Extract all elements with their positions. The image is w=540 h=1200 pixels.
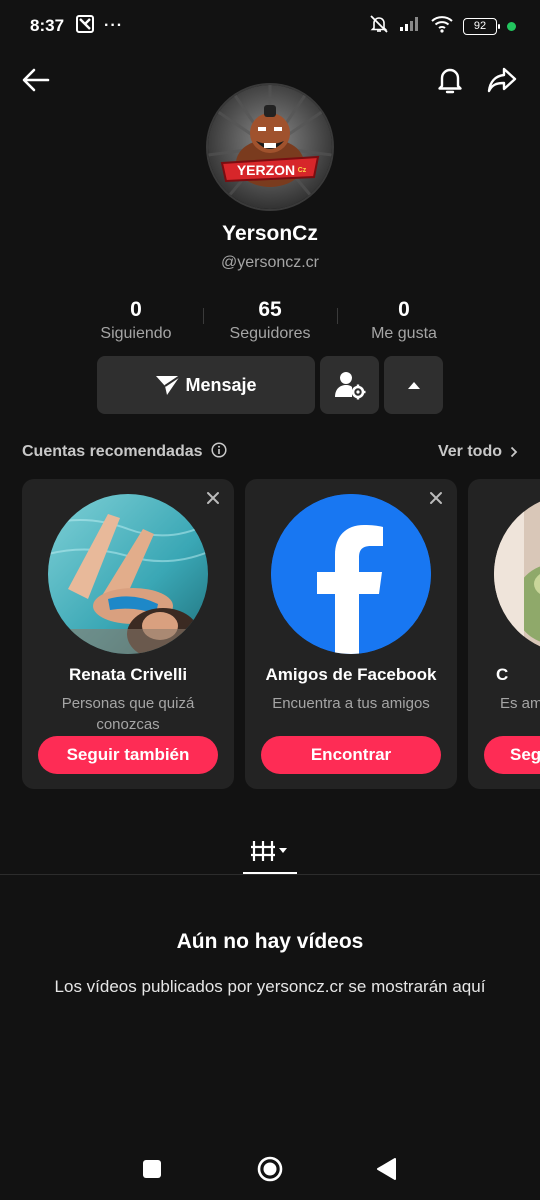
stat-label: Seguidores — [229, 325, 311, 342]
see-all-link[interactable]: Ver todo — [438, 443, 518, 461]
expand-suggestions-button[interactable] — [384, 356, 443, 414]
recommended-user-name: Amigos de Facebook — [265, 665, 437, 684]
app-notification-icon — [76, 14, 95, 38]
mute-icon — [369, 14, 389, 39]
recommendation-card[interactable]: Renata Crivelli Personas que quizá conoz… — [22, 479, 234, 789]
stat-label: Me gusta — [371, 325, 437, 342]
recommended-user-reason: Personas que quizá conozcas — [61, 695, 195, 733]
stat-likes[interactable]: 0 Me gusta — [334, 298, 474, 343]
tab-videos-grid[interactable] — [243, 830, 297, 874]
system-back-button[interactable] — [362, 1145, 410, 1193]
empty-state-title: Aún no hay vídeos — [176, 930, 364, 953]
home-button[interactable] — [246, 1145, 294, 1193]
svg-text:Cz: Cz — [298, 167, 307, 174]
privacy-indicator-dot — [507, 21, 516, 31]
grid-columns-icon — [251, 841, 287, 861]
more-notifications-indicator: ··· — [104, 17, 124, 34]
avatar-image: YERZON Cz — [208, 85, 332, 209]
send-icon — [156, 375, 182, 395]
recent-apps-button[interactable] — [128, 1145, 176, 1193]
recommended-user-avatar[interactable] — [48, 494, 208, 654]
display-name: YersonCz — [222, 222, 318, 245]
follow-back-button[interactable]: Seguir también — [38, 736, 218, 774]
chevron-right-icon — [510, 446, 518, 458]
recommendation-card[interactable]: Amigos de Facebook Encuentra a tus amigo… — [245, 479, 457, 789]
facebook-logo-icon[interactable] — [271, 494, 431, 654]
follow-button[interactable]: Seg — [484, 736, 540, 774]
signal-icon — [399, 16, 421, 37]
status-bar: 8:37 ··· 92 — [0, 0, 540, 52]
friend-settings-button[interactable] — [320, 356, 379, 414]
wifi-icon — [431, 15, 453, 38]
notifications-button[interactable] — [428, 58, 472, 102]
recommended-cards: Renata Crivelli Personas que quizá conoz… — [0, 479, 540, 789]
back-button[interactable] — [14, 58, 58, 102]
stat-label: Siguiendo — [100, 325, 172, 342]
share-button[interactable] — [480, 58, 524, 102]
status-notification-icons: ··· — [76, 14, 124, 38]
avatar-photo — [494, 494, 540, 654]
content-tabbar — [0, 830, 540, 875]
info-icon[interactable] — [210, 441, 227, 463]
recommendation-card[interactable]: C Es am Seg — [468, 479, 540, 789]
stat-value: 0 — [130, 298, 142, 321]
recommended-user-name: C — [496, 665, 509, 684]
see-all-label: Ver todo — [437, 443, 502, 460]
system-nav-bar — [0, 1145, 540, 1193]
status-time: 8:37 — [30, 16, 65, 35]
recommended-user-name: Renata Crivelli — [68, 665, 188, 684]
username-handle[interactable]: @yersoncz.cr — [0, 254, 540, 272]
stat-followers[interactable]: 65 Seguidores — [200, 298, 340, 343]
avatar-photo — [48, 494, 208, 654]
stat-value: 0 — [398, 298, 410, 321]
home-circle-icon — [257, 1156, 283, 1182]
profile-avatar[interactable]: YERZON Cz — [206, 83, 334, 211]
svg-text:YERZON: YERZON — [237, 162, 295, 178]
recommended-title: Cuentas recomendadas — [22, 443, 203, 460]
recommended-user-reason: Es am — [500, 695, 540, 712]
person-gear-icon — [334, 372, 365, 400]
bell-icon — [438, 68, 462, 94]
square-icon — [143, 1160, 161, 1178]
caret-up-icon — [407, 382, 420, 389]
arrow-left-icon — [22, 68, 50, 92]
find-friends-button[interactable]: Encontrar — [261, 736, 441, 774]
message-button-label: Mensaje — [185, 374, 257, 395]
battery-indicator: 92 — [463, 17, 500, 35]
dismiss-close-icon[interactable] — [204, 489, 222, 507]
recommended-user-avatar[interactable] — [494, 494, 540, 654]
recommended-user-reason: Encuentra a tus amigos — [272, 695, 430, 712]
recommended-header: Cuentas recomendadas Ver todo — [22, 440, 518, 464]
triangle-back-icon — [377, 1158, 396, 1180]
share-arrow-icon — [487, 67, 517, 93]
profile-actions: Mensaje — [0, 356, 540, 414]
stat-following[interactable]: 0 Siguiendo — [66, 298, 206, 343]
dismiss-close-icon[interactable] — [427, 489, 445, 507]
message-button[interactable]: Mensaje — [97, 356, 315, 414]
empty-state-description: Los vídeos publicados por yersoncz.cr se… — [54, 977, 486, 996]
stat-value: 65 — [258, 298, 282, 321]
